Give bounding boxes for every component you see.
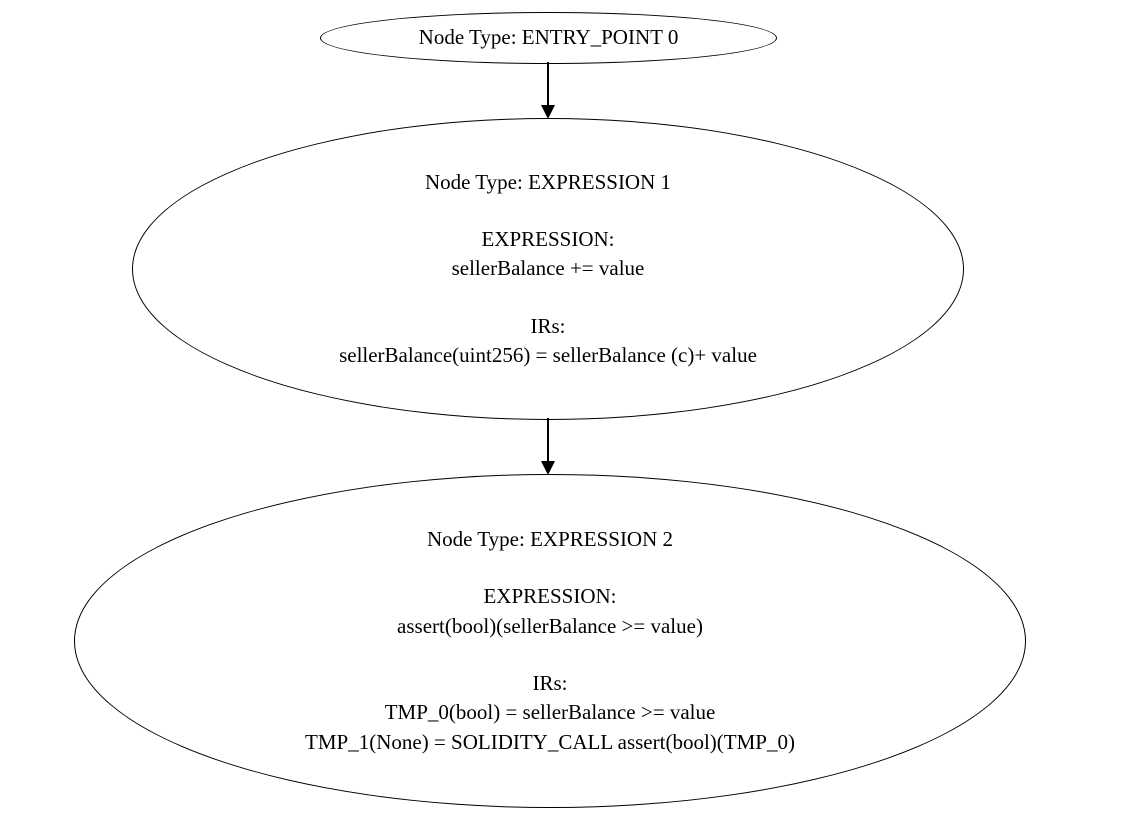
cfg-diagram: Node Type: ENTRY_POINT 0 Node Type: EXPR… [0,0,1138,830]
expression-value: sellerBalance += value [452,256,645,280]
node-expression-2: Node Type: EXPRESSION 2 EXPRESSION: asse… [74,474,1026,808]
node-header: Node Type: EXPRESSION 1 [425,170,671,194]
node-entry-point-0: Node Type: ENTRY_POINT 0 [320,12,777,64]
irs-value: TMP_0(bool) = sellerBalance >= value TMP… [305,700,795,753]
irs-value: sellerBalance(uint256) = sellerBalance (… [339,343,757,367]
edge-1-2-line [547,418,549,462]
edge-0-1-line [547,62,549,106]
node-header: Node Type: ENTRY_POINT 0 [419,23,679,52]
irs-label: IRs: [532,671,567,695]
node-header: Node Type: EXPRESSION 2 [427,527,673,551]
expression-label: EXPRESSION: [481,227,614,251]
irs-label: IRs: [530,314,565,338]
expression-value: assert(bool)(sellerBalance >= value) [397,614,703,638]
node-expression-1: Node Type: EXPRESSION 1 EXPRESSION: sell… [132,118,964,420]
expression-label: EXPRESSION: [483,584,616,608]
edge-1-2-head [541,461,555,475]
edge-0-1-head [541,105,555,119]
